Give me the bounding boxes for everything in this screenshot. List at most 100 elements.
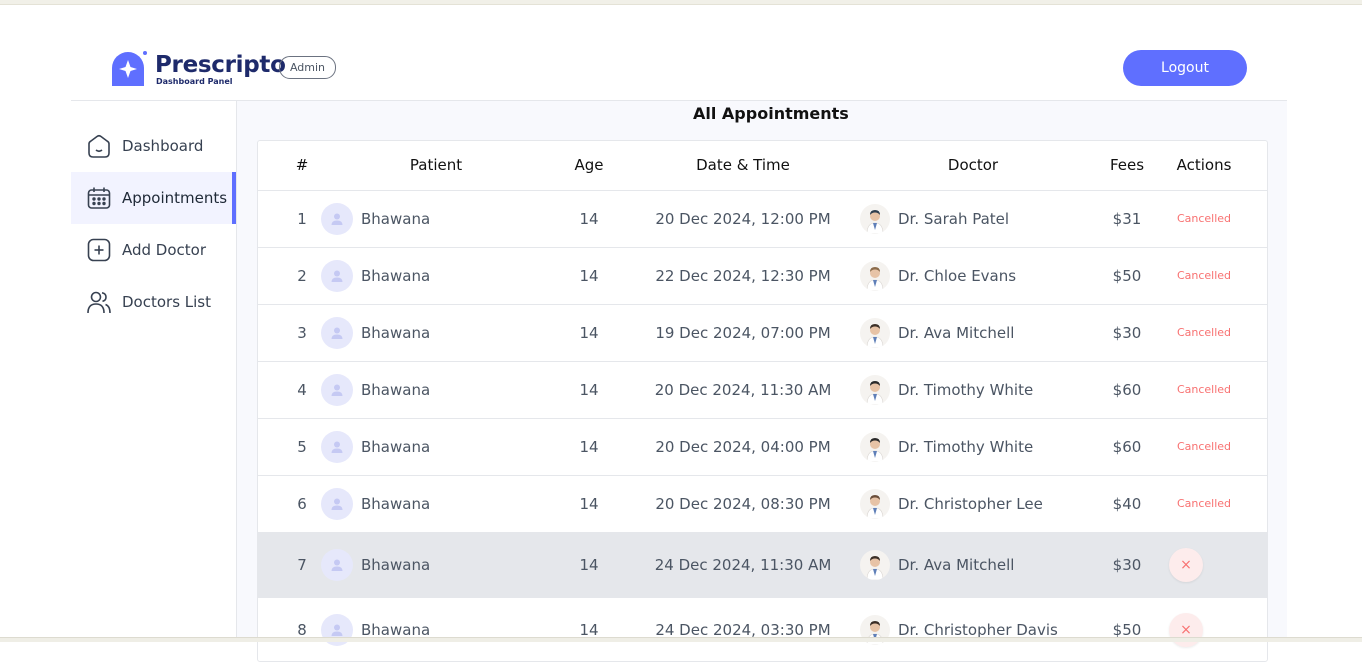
- table-row: 3 Bhawana 14 19 Dec 2024, 07:00 PM Dr. Ava M…: [258, 304, 1267, 362]
- column-header-doctor: Doctor: [947, 156, 999, 174]
- row-number: 6: [297, 494, 307, 513]
- table-row: 2 Bhawana 14 22 Dec 2024, 12:30 PM Dr. Chloe…: [258, 247, 1267, 305]
- appointments-table: # Patient Age Date & Time Doctor Fees Ac…: [257, 140, 1268, 662]
- logo-subtext: Dashboard Panel: [156, 77, 233, 86]
- patient-avatar-cell: [320, 304, 354, 361]
- row-number: 4: [297, 380, 307, 399]
- status-cancelled-label: Cancelled: [1176, 383, 1232, 396]
- appointment-datetime: 22 Dec 2024, 12:30 PM: [655, 266, 831, 285]
- role-badge: Admin: [279, 56, 336, 79]
- column-header-number: #: [295, 156, 309, 174]
- row-number: 2: [297, 266, 307, 285]
- patient-age: 14: [579, 437, 599, 456]
- doctor-name: Dr. Chloe Evans: [898, 266, 1017, 285]
- appointment-fees: $40: [1112, 494, 1142, 513]
- patient-age: 14: [579, 620, 599, 639]
- patient-avatar-cell: [320, 418, 354, 475]
- appointment-fees: $50: [1112, 620, 1142, 639]
- close-icon: ×: [1180, 556, 1192, 573]
- patient-age: 14: [579, 380, 599, 399]
- sidebar-item-dashboard[interactable]: Dashboard: [71, 120, 236, 172]
- logo-icon: [110, 50, 148, 88]
- doctor-avatar-cell: [858, 418, 892, 475]
- row-number: 8: [297, 620, 307, 639]
- status-cancelled-label: Cancelled: [1176, 212, 1232, 225]
- column-header-actions: Actions: [1176, 156, 1232, 174]
- actions-cell: Cancelled: [1164, 190, 1244, 247]
- patient-name: Bhawana: [361, 494, 431, 513]
- logo-text: Prescripto: [155, 52, 286, 78]
- table-row: 6 Bhawana 14 20 Dec 2024, 08:30 PM Dr. Chris…: [258, 475, 1267, 533]
- actions-cell: Cancelled: [1164, 475, 1244, 532]
- column-header-age: Age: [574, 156, 604, 174]
- patient-name: Bhawana: [361, 209, 431, 228]
- appointment-fees: $31: [1112, 209, 1142, 228]
- doctor-avatar-icon: [860, 203, 890, 234]
- doctor-avatar-icon: [860, 549, 890, 580]
- patient-age: 14: [579, 555, 599, 574]
- doctor-avatar-cell: [858, 304, 892, 361]
- table-row: 8 Bhawana 14 24 Dec 2024, 03:30 PM Dr. Chris…: [258, 597, 1267, 661]
- actions-cell: ×: [1164, 597, 1244, 661]
- appointment-datetime: 24 Dec 2024, 11:30 AM: [654, 555, 832, 574]
- doctor-avatar-cell: [858, 247, 892, 304]
- sidebar-item-add-doctor[interactable]: Add Doctor: [71, 224, 236, 276]
- table-header: # Patient Age Date & Time Doctor Fees Ac…: [258, 141, 1267, 191]
- column-header-fees: Fees: [1109, 156, 1145, 174]
- doctor-avatar-cell: [858, 361, 892, 418]
- patient-name: Bhawana: [361, 266, 431, 285]
- doctor-avatar-icon: [860, 317, 890, 348]
- status-cancelled-label: Cancelled: [1176, 269, 1232, 282]
- actions-cell: Cancelled: [1164, 418, 1244, 475]
- appointment-fees: $30: [1112, 555, 1142, 574]
- sidebar-item-label: Appointments: [122, 189, 228, 207]
- doctor-avatar-icon: [860, 374, 890, 405]
- patient-avatar-icon: [321, 548, 353, 581]
- doctor-name: Dr. Christopher Lee: [898, 494, 1043, 513]
- people-icon: [86, 289, 112, 315]
- doctor-avatar-cell: [858, 475, 892, 532]
- logout-button[interactable]: Logout: [1123, 50, 1247, 86]
- doctor-avatar-cell: [858, 190, 892, 247]
- actions-cell: ×: [1164, 532, 1244, 597]
- doctor-name: Dr. Ava Mitchell: [898, 323, 1015, 342]
- close-icon: ×: [1180, 621, 1192, 638]
- appointment-fees: $60: [1112, 380, 1142, 399]
- patient-avatar-cell: [320, 532, 354, 597]
- sidebar-item-label: Doctors List: [122, 293, 212, 311]
- table-row: 5 Bhawana 14 20 Dec 2024, 04:00 PM Dr. Timot…: [258, 418, 1267, 476]
- appointment-datetime: 20 Dec 2024, 08:30 PM: [655, 494, 831, 513]
- doctor-avatar-cell: [858, 532, 892, 597]
- cancel-appointment-button[interactable]: ×: [1169, 547, 1203, 582]
- column-header-patient: Patient: [409, 156, 463, 174]
- patient-avatar-cell: [320, 361, 354, 418]
- doctor-name: Dr. Ava Mitchell: [898, 555, 1015, 574]
- appointment-datetime: 19 Dec 2024, 07:00 PM: [655, 323, 831, 342]
- appointment-datetime: 20 Dec 2024, 11:30 AM: [654, 380, 832, 399]
- patient-avatar-icon: [321, 316, 353, 349]
- status-cancelled-label: Cancelled: [1176, 497, 1232, 510]
- doctor-avatar-cell: [858, 597, 892, 661]
- sidebar-item-doctors-list[interactable]: Doctors List: [71, 276, 236, 328]
- appointment-datetime: 20 Dec 2024, 12:00 PM: [655, 209, 831, 228]
- patient-avatar-icon: [321, 259, 353, 292]
- sidebar: Dashboard Appointments Add Doctor Doctor…: [71, 101, 237, 641]
- navbar: Prescripto Dashboard Panel Admin Logout: [71, 40, 1287, 101]
- sidebar-item-appointments[interactable]: Appointments: [71, 172, 236, 224]
- actions-cell: Cancelled: [1164, 361, 1244, 418]
- appointment-datetime: 20 Dec 2024, 04:00 PM: [655, 437, 831, 456]
- table-row: 7 Bhawana 14 24 Dec 2024, 11:30 AM Dr. Ava M…: [258, 532, 1267, 598]
- patient-name: Bhawana: [361, 380, 431, 399]
- page-title: All Appointments: [693, 104, 849, 123]
- row-number: 5: [297, 437, 307, 456]
- doctor-avatar-icon: [860, 260, 890, 291]
- patient-name: Bhawana: [361, 323, 431, 342]
- patient-name: Bhawana: [361, 620, 431, 639]
- doctor-name: Dr. Sarah Patel: [898, 209, 1010, 228]
- doctor-avatar-icon: [860, 431, 890, 462]
- table-row: 1 Bhawana 14 20 Dec 2024, 12:00 PM Dr. Sarah…: [258, 190, 1267, 248]
- patient-avatar-icon: [321, 202, 353, 235]
- doctor-name: Dr. Christopher Davis: [898, 620, 1058, 639]
- doctor-name: Dr. Timothy White: [898, 437, 1034, 456]
- patient-age: 14: [579, 209, 599, 228]
